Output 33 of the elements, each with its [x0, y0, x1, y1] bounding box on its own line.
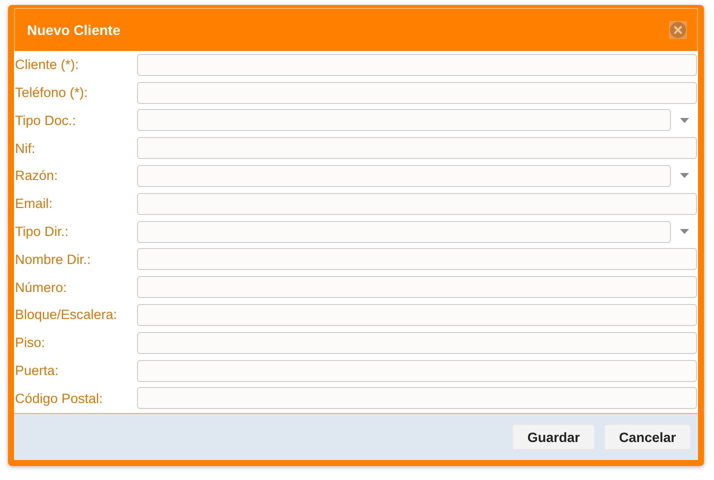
input-field[interactable] — [137, 54, 697, 76]
input-field[interactable] — [137, 276, 697, 298]
field-label: Tipo Doc.: — [15, 112, 78, 128]
field-label: Razón: — [15, 168, 59, 184]
field-label: Piso: — [15, 335, 46, 350]
field-label: Nif: — [15, 140, 36, 156]
field-label: Email: — [15, 196, 54, 212]
input-field[interactable] — [137, 82, 697, 104]
input-field[interactable] — [137, 248, 697, 270]
cancel-button[interactable]: Cancelar — [604, 424, 691, 450]
field-label: Número: — [15, 280, 68, 295]
dialog-title: Nuevo Cliente — [27, 22, 120, 38]
field-label: Código Postal: — [15, 390, 104, 406]
field-label: Nombre Dir.: — [15, 252, 92, 267]
input-field[interactable] — [137, 304, 697, 326]
input-field[interactable] — [137, 360, 697, 382]
input-field[interactable] — [137, 387, 697, 410]
close-icon[interactable] — [669, 20, 687, 39]
field-label: Teléfono (*): — [15, 85, 89, 100]
field-label: Bloque/Escalera: — [15, 307, 118, 322]
field-label: Cliente (*): — [15, 57, 80, 72]
dropdown-arrow-icon[interactable] — [680, 173, 689, 178]
dropdown-field[interactable] — [137, 109, 671, 132]
dropdown-arrow-icon[interactable] — [680, 229, 689, 234]
input-field[interactable] — [137, 137, 697, 160]
input-field[interactable] — [137, 332, 697, 354]
input-field[interactable] — [137, 192, 697, 215]
dropdown-field[interactable] — [137, 164, 671, 187]
field-label: Puerta: — [15, 363, 60, 378]
dropdown-field[interactable] — [137, 220, 671, 243]
dropdown-arrow-icon[interactable] — [680, 118, 689, 123]
save-button[interactable]: Guardar — [512, 424, 595, 450]
field-label: Tipo Dir.: — [15, 224, 70, 240]
